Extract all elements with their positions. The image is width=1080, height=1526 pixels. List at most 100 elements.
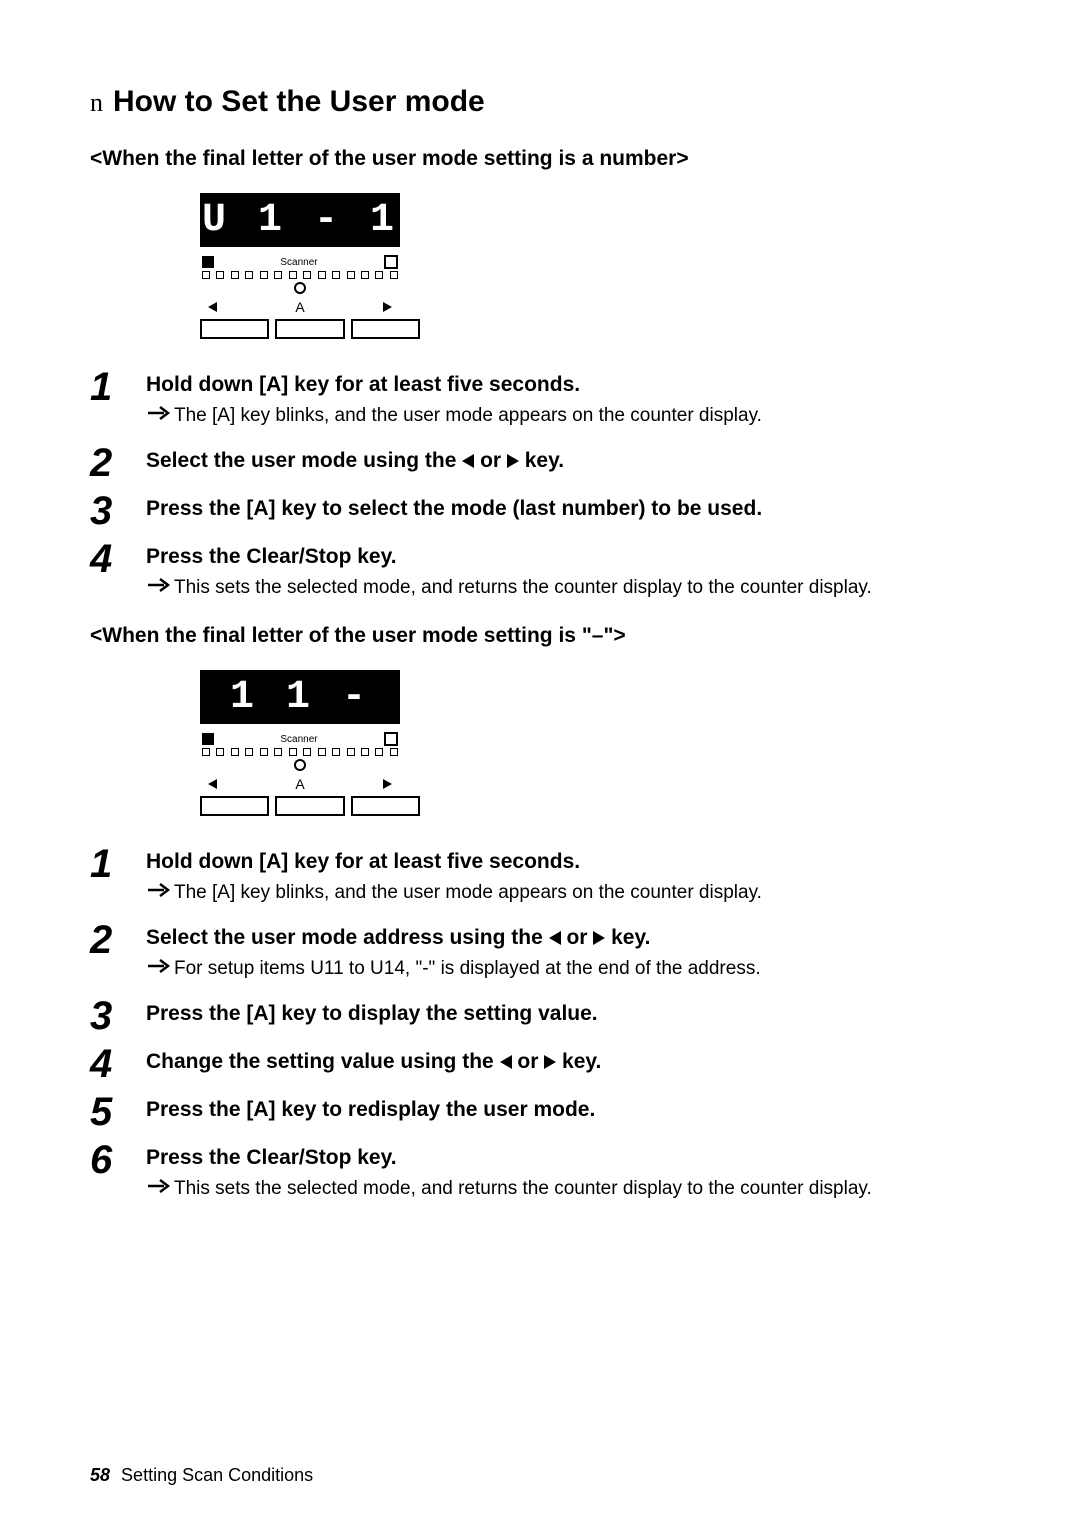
subheading-2: <When the final letter of the user mode … — [90, 624, 990, 648]
right-key-button[interactable] — [351, 796, 420, 816]
counter-display-2: U 1 1 - - Scanner A — [200, 670, 990, 816]
section-heading: n How to Set the User mode — [90, 85, 990, 119]
indicator-filled-icon — [202, 256, 214, 268]
indicator-filled-icon — [202, 733, 214, 745]
lcd-last: 1 — [370, 198, 398, 243]
step-number: 4 — [90, 539, 146, 579]
step-number: 6 — [90, 1140, 146, 1180]
scanner-label: Scanner — [214, 734, 384, 745]
result-arrow-icon — [146, 1176, 174, 1196]
right-triangle-icon — [593, 931, 605, 945]
left-triangle-icon — [462, 454, 474, 468]
lcd-u: U — [202, 198, 230, 243]
step-number: 4 — [90, 1044, 146, 1084]
step-title: Press the [A] key to display the setting… — [146, 1002, 990, 1026]
scanner-row: Scanner — [200, 255, 400, 269]
left-key-button[interactable] — [200, 319, 269, 339]
step-result: For setup items U11 to U14, "-" is displ… — [146, 956, 990, 982]
result-text: This sets the selected mode, and returns… — [174, 1176, 872, 1202]
lcd-d2: - — [398, 675, 426, 720]
indicator-outline-icon — [384, 255, 398, 269]
counter-display-1: U 1 - 1 Scanner A — [200, 193, 990, 339]
step-result: The [A] key blinks, and the user mode ap… — [146, 880, 990, 906]
step-number: 2 — [90, 443, 146, 483]
step-number: 1 — [90, 367, 146, 407]
result-arrow-icon — [146, 575, 174, 595]
right-triangle-icon — [544, 1055, 556, 1069]
a-key-label: A — [295, 299, 304, 315]
step-2-1: 1 Hold down [A] key for at least five se… — [90, 844, 990, 912]
lcd-screen: U 1 - 1 — [200, 193, 400, 247]
right-triangle-icon — [507, 454, 519, 468]
step-title: Change the setting value using the or ke… — [146, 1050, 990, 1074]
lcd-screen: U 1 1 - - — [200, 670, 400, 724]
result-arrow-icon — [146, 403, 174, 423]
left-arrow-icon — [208, 302, 217, 312]
step-result: This sets the selected mode, and returns… — [146, 575, 990, 601]
led-icon — [294, 759, 306, 771]
scanner-row: Scanner — [200, 732, 400, 746]
step-number: 3 — [90, 996, 146, 1036]
step-result: The [A] key blinks, and the user mode ap… — [146, 403, 990, 429]
step-1-4: 4 Press the Clear/Stop key. This sets th… — [90, 539, 990, 607]
step-1-2: 2 Select the user mode using the or key. — [90, 443, 990, 483]
left-key-button[interactable] — [200, 796, 269, 816]
right-arrow-icon — [383, 302, 392, 312]
result-arrow-icon — [146, 880, 174, 900]
button-row — [200, 796, 420, 816]
left-triangle-icon — [549, 931, 561, 945]
lcd-dash: - — [314, 198, 342, 243]
step-2-3: 3 Press the [A] key to display the setti… — [90, 996, 990, 1036]
step-2-5: 5 Press the [A] key to redisplay the use… — [90, 1092, 990, 1132]
step-1-1: 1 Hold down [A] key for at least five se… — [90, 367, 990, 435]
right-arrow-icon — [383, 779, 392, 789]
lcd-1b: 1 — [286, 675, 314, 720]
lcd-1: 1 — [258, 198, 286, 243]
step-number: 3 — [90, 491, 146, 531]
result-text: For setup items U11 to U14, "-" is displ… — [174, 956, 761, 982]
dots-row — [200, 271, 400, 279]
step-result: This sets the selected mode, and returns… — [146, 1176, 990, 1202]
lcd-u: U — [174, 675, 202, 720]
heading-bullet: n — [90, 88, 103, 118]
button-row — [200, 319, 420, 339]
a-key-button[interactable] — [275, 319, 344, 339]
led-row — [200, 758, 400, 776]
step-title: Press the [A] key to redisplay the user … — [146, 1098, 990, 1122]
step-title: Hold down [A] key for at least five seco… — [146, 373, 990, 397]
footer-label: Setting Scan Conditions — [121, 1465, 313, 1485]
step-2-6: 6 Press the Clear/Stop key. This sets th… — [90, 1140, 990, 1208]
step-title: Select the user mode address using the o… — [146, 926, 990, 950]
a-key-button[interactable] — [275, 796, 344, 816]
result-text: The [A] key blinks, and the user mode ap… — [174, 403, 762, 429]
lcd-1a: 1 — [230, 675, 258, 720]
indicator-outline-icon — [384, 732, 398, 746]
step-1-3: 3 Press the [A] key to select the mode (… — [90, 491, 990, 531]
step-number: 2 — [90, 920, 146, 960]
led-icon — [294, 282, 306, 294]
led-row — [200, 281, 400, 299]
step-2-4: 4 Change the setting value using the or … — [90, 1044, 990, 1084]
lcd-d1: - — [342, 675, 370, 720]
step-title: Press the [A] key to select the mode (la… — [146, 497, 990, 521]
left-triangle-icon — [500, 1055, 512, 1069]
heading-title: How to Set the User mode — [113, 85, 485, 119]
step-2-2: 2 Select the user mode address using the… — [90, 920, 990, 988]
subheading-1: <When the final letter of the user mode … — [90, 147, 990, 171]
step-title: Select the user mode using the or key. — [146, 449, 990, 473]
arrow-row: A — [200, 299, 400, 315]
right-key-button[interactable] — [351, 319, 420, 339]
page-footer: 58 Setting Scan Conditions — [90, 1465, 313, 1486]
page-number: 58 — [90, 1465, 110, 1485]
a-key-label: A — [295, 776, 304, 792]
dots-row — [200, 748, 400, 756]
result-arrow-icon — [146, 956, 174, 976]
result-text: This sets the selected mode, and returns… — [174, 575, 872, 601]
result-text: The [A] key blinks, and the user mode ap… — [174, 880, 762, 906]
left-arrow-icon — [208, 779, 217, 789]
step-number: 1 — [90, 844, 146, 884]
arrow-row: A — [200, 776, 400, 792]
step-title: Press the Clear/Stop key. — [146, 1146, 990, 1170]
step-number: 5 — [90, 1092, 146, 1132]
step-title: Press the Clear/Stop key. — [146, 545, 990, 569]
